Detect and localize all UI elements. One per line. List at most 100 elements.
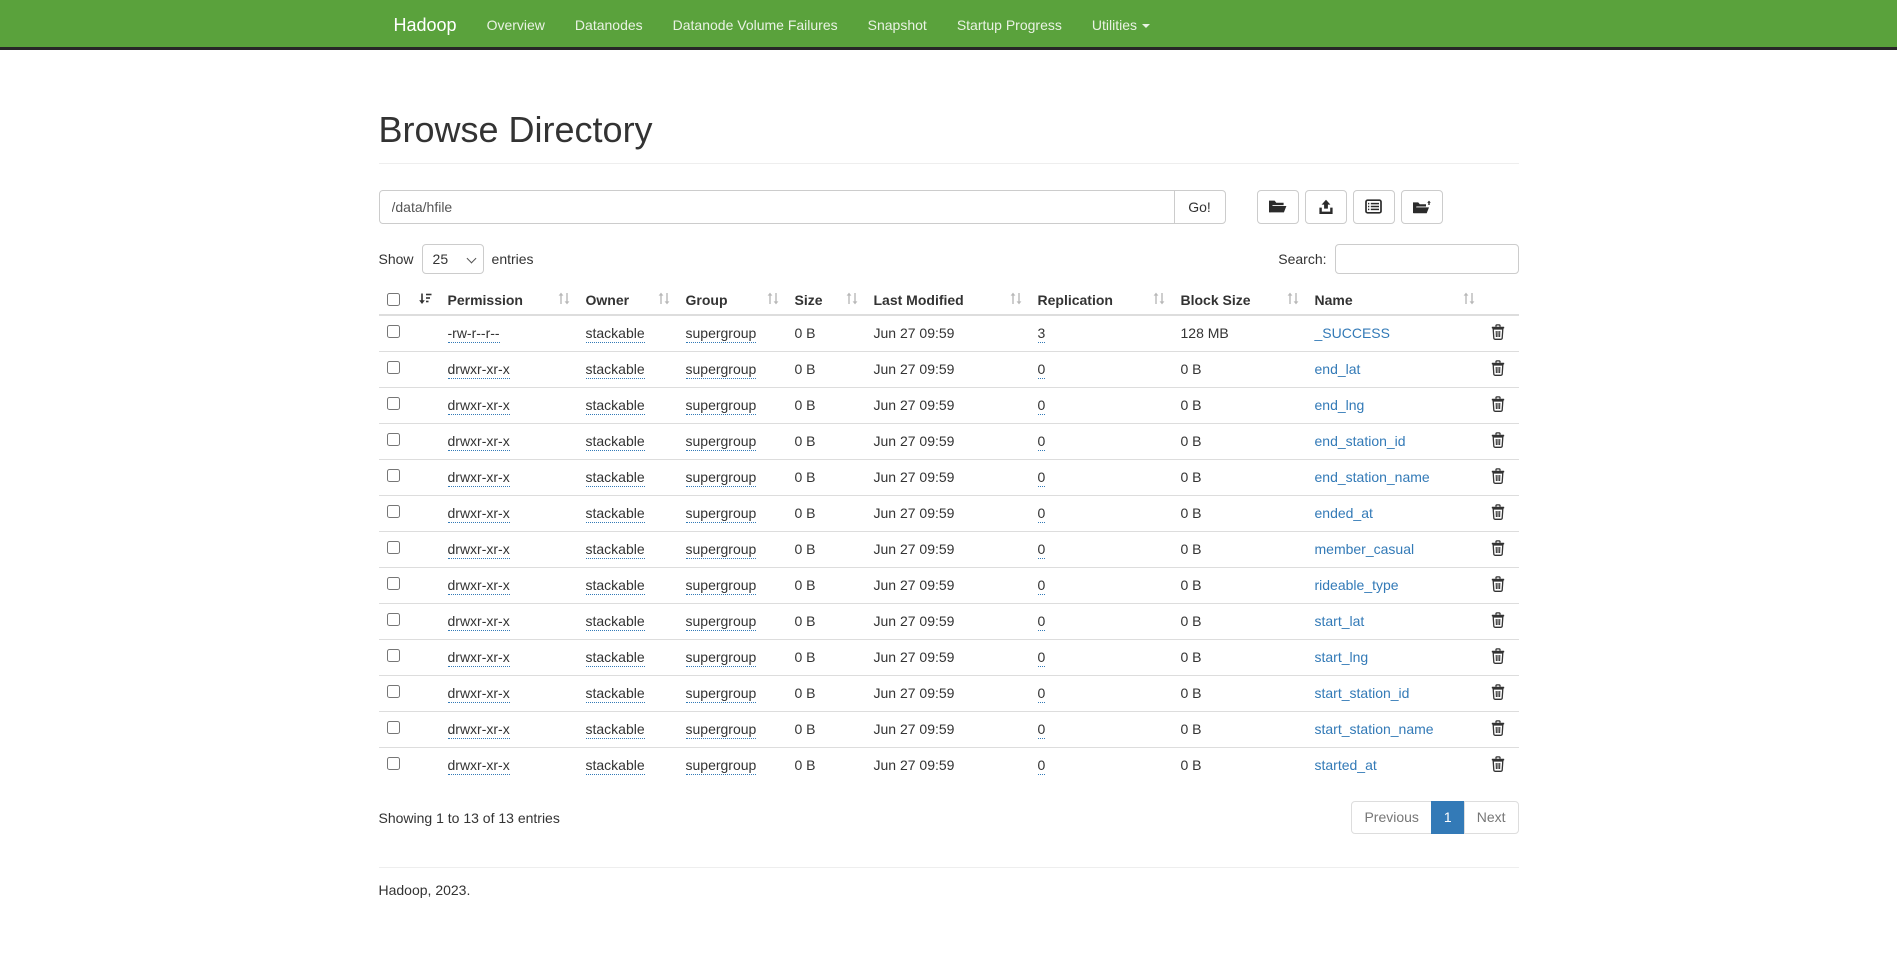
nav-item-snapshot[interactable]: Snapshot [853,0,942,50]
replication-value[interactable]: 3 [1038,325,1046,343]
owner-value[interactable]: stackable [586,577,645,595]
file-name-link[interactable]: member_casual [1315,541,1415,557]
column-header-permission[interactable]: Permission [440,286,578,315]
nav-item-startup-progress[interactable]: Startup Progress [942,0,1077,50]
replication-value[interactable]: 0 [1038,469,1046,487]
delete-button[interactable] [1491,324,1505,343]
pagination-page-1[interactable]: 1 [1431,801,1465,835]
row-checkbox[interactable] [387,613,400,626]
replication-value[interactable]: 0 [1038,361,1046,379]
row-checkbox[interactable] [387,397,400,410]
file-name-link[interactable]: start_lat [1315,613,1365,629]
replication-value[interactable]: 0 [1038,505,1046,523]
file-name-link[interactable]: rideable_type [1315,577,1399,593]
permission-value[interactable]: drwxr-xr-x [448,397,510,415]
file-name-link[interactable]: _SUCCESS [1315,325,1390,341]
permission-value[interactable]: -rw-r--r-- [448,325,500,343]
owner-value[interactable]: stackable [586,433,645,451]
delete-button[interactable] [1491,504,1505,523]
replication-value[interactable]: 0 [1038,613,1046,631]
group-value[interactable]: supergroup [686,397,757,415]
permission-value[interactable]: drwxr-xr-x [448,577,510,595]
group-value[interactable]: supergroup [686,613,757,631]
file-name-link[interactable]: end_lng [1315,397,1365,413]
delete-button[interactable] [1491,432,1505,451]
replication-value[interactable]: 0 [1038,721,1046,739]
page-size-select[interactable]: 25 [422,244,484,274]
replication-value[interactable]: 0 [1038,433,1046,451]
list-view-button[interactable] [1353,190,1395,224]
row-checkbox[interactable] [387,649,400,662]
column-header-size[interactable]: Size [787,286,866,315]
delete-button[interactable] [1491,468,1505,487]
column-header-name[interactable]: Name [1307,286,1483,315]
group-value[interactable]: supergroup [686,685,757,703]
nav-item-datanode-volume-failures[interactable]: Datanode Volume Failures [658,0,853,50]
table-search-input[interactable] [1335,244,1519,274]
group-value[interactable]: supergroup [686,361,757,379]
delete-button[interactable] [1491,648,1505,667]
delete-button[interactable] [1491,576,1505,595]
replication-value[interactable]: 0 [1038,541,1046,559]
column-header-last-modified[interactable]: Last Modified [866,286,1030,315]
delete-button[interactable] [1491,720,1505,739]
delete-button[interactable] [1491,756,1505,775]
delete-button[interactable] [1491,396,1505,415]
column-header-block-size[interactable]: Block Size [1173,286,1307,315]
go-button[interactable]: Go! [1174,190,1226,224]
permission-value[interactable]: drwxr-xr-x [448,541,510,559]
owner-value[interactable]: stackable [586,649,645,667]
row-checkbox[interactable] [387,757,400,770]
owner-value[interactable]: stackable [586,613,645,631]
delete-button[interactable] [1491,684,1505,703]
nav-item-utilities[interactable]: Utilities [1077,0,1165,50]
owner-value[interactable]: stackable [586,361,645,379]
permission-value[interactable]: drwxr-xr-x [448,613,510,631]
column-header-owner[interactable]: Owner [578,286,678,315]
move-to-trash-toggle-button[interactable] [1401,190,1443,224]
file-name-link[interactable]: end_station_name [1315,469,1430,485]
file-name-link[interactable]: start_station_id [1315,685,1410,701]
file-name-link[interactable]: ended_at [1315,505,1373,521]
row-checkbox[interactable] [387,721,400,734]
owner-value[interactable]: stackable [586,469,645,487]
owner-value[interactable]: stackable [586,325,645,343]
permission-value[interactable]: drwxr-xr-x [448,685,510,703]
upload-files-button[interactable] [1305,190,1347,224]
owner-value[interactable]: stackable [586,685,645,703]
delete-button[interactable] [1491,360,1505,379]
group-value[interactable]: supergroup [686,757,757,775]
navbar-brand[interactable]: Hadoop [379,0,472,47]
pagination-previous[interactable]: Previous [1351,801,1431,835]
delete-button[interactable] [1491,540,1505,559]
owner-value[interactable]: stackable [586,397,645,415]
permission-value[interactable]: drwxr-xr-x [448,361,510,379]
row-checkbox[interactable] [387,541,400,554]
column-header-select-all[interactable] [379,286,440,315]
column-header-group[interactable]: Group [678,286,787,315]
permission-value[interactable]: drwxr-xr-x [448,649,510,667]
permission-value[interactable]: drwxr-xr-x [448,757,510,775]
group-value[interactable]: supergroup [686,541,757,559]
directory-path-input[interactable] [379,190,1175,224]
replication-value[interactable]: 0 [1038,649,1046,667]
owner-value[interactable]: stackable [586,757,645,775]
group-value[interactable]: supergroup [686,649,757,667]
group-value[interactable]: supergroup [686,469,757,487]
group-value[interactable]: supergroup [686,325,757,343]
owner-value[interactable]: stackable [586,721,645,739]
owner-value[interactable]: stackable [586,505,645,523]
delete-button[interactable] [1491,612,1505,631]
permission-value[interactable]: drwxr-xr-x [448,469,510,487]
row-checkbox[interactable] [387,361,400,374]
file-name-link[interactable]: started_at [1315,757,1377,773]
select-all-checkbox[interactable] [387,293,400,306]
group-value[interactable]: supergroup [686,433,757,451]
create-directory-button[interactable] [1257,190,1299,224]
row-checkbox[interactable] [387,505,400,518]
file-name-link[interactable]: end_station_id [1315,433,1406,449]
row-checkbox[interactable] [387,577,400,590]
replication-value[interactable]: 0 [1038,685,1046,703]
replication-value[interactable]: 0 [1038,757,1046,775]
row-checkbox[interactable] [387,325,400,338]
